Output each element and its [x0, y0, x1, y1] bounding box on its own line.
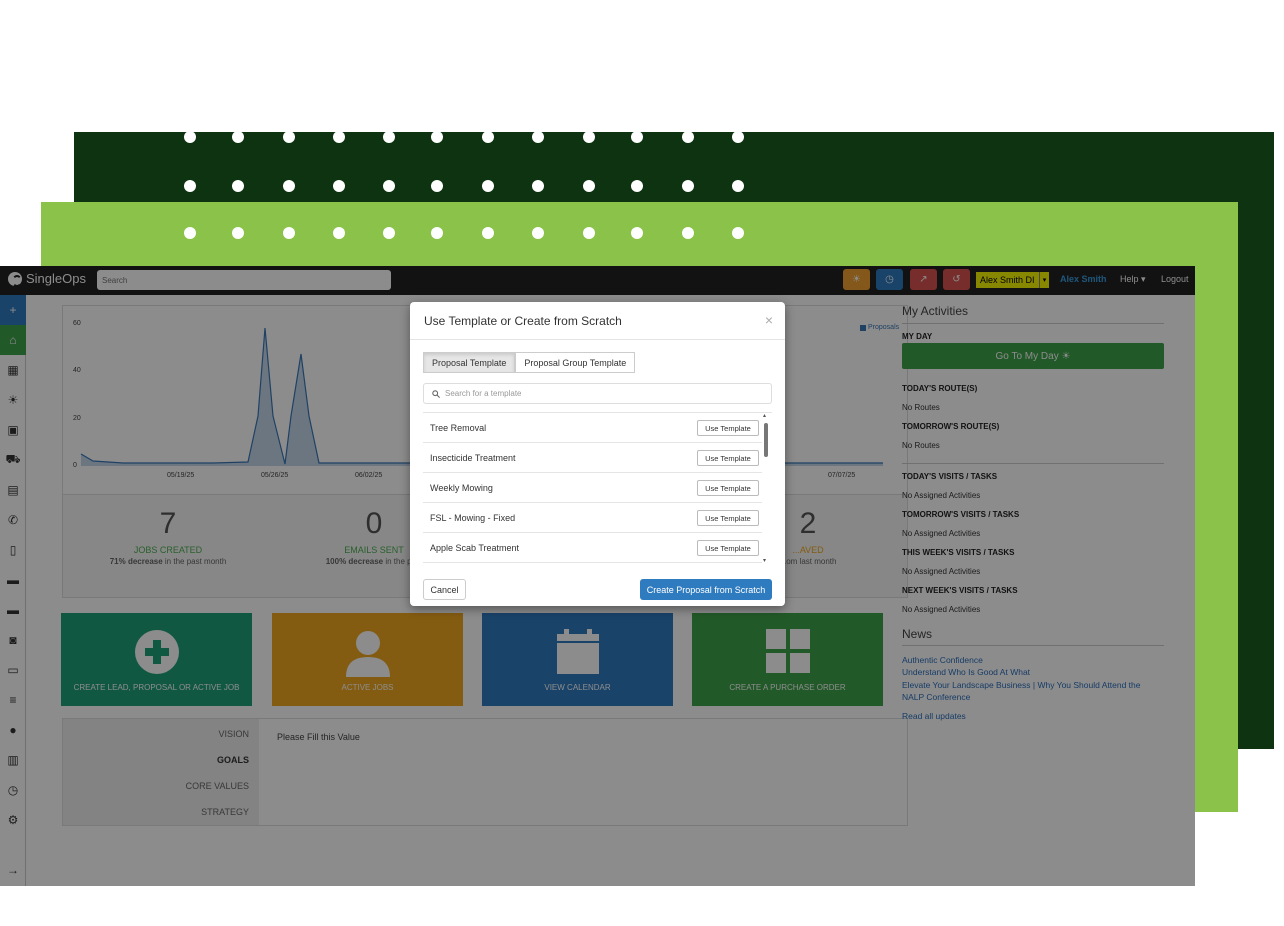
tab-proposal-template[interactable]: Proposal Template — [423, 352, 516, 373]
decorative-dot — [682, 180, 694, 192]
template-modal: Use Template or Create from Scratch × Pr… — [410, 302, 785, 606]
search-placeholder: Search for a template — [445, 389, 522, 398]
decorative-dot — [583, 131, 595, 143]
decorative-dot — [732, 180, 744, 192]
template-name: FSL - Mowing - Fixed — [430, 513, 516, 523]
decorative-dot — [184, 131, 196, 143]
decorative-dot — [732, 131, 744, 143]
modal-header: Use Template or Create from Scratch × — [410, 302, 785, 340]
decorative-dot — [532, 131, 544, 143]
decorative-dot — [631, 227, 643, 239]
list-item: FSL - Mowing - Fixed Use Template — [423, 503, 762, 533]
decorative-dot — [532, 180, 544, 192]
decorative-dot — [431, 180, 443, 192]
decorative-dot — [732, 227, 744, 239]
template-name: Apple Scab Treatment — [430, 543, 520, 553]
use-template-button[interactable]: Use Template — [697, 420, 759, 436]
decorative-dot — [631, 180, 643, 192]
use-template-button[interactable]: Use Template — [697, 510, 759, 526]
decorative-dot — [283, 180, 295, 192]
decorative-dot — [532, 227, 544, 239]
create-from-scratch-button[interactable]: Create Proposal from Scratch — [640, 579, 772, 600]
decorative-dot — [333, 180, 345, 192]
template-name: Insecticide Treatment — [430, 453, 516, 463]
decorative-dot — [333, 131, 345, 143]
decorative-dot — [383, 180, 395, 192]
use-template-button[interactable]: Use Template — [697, 450, 759, 466]
list-item: Insecticide Treatment Use Template — [423, 443, 762, 473]
decorative-dot — [283, 131, 295, 143]
decorative-dot — [482, 227, 494, 239]
scroll-up-icon[interactable]: ▴ — [763, 412, 766, 419]
template-search-input[interactable]: Search for a template — [423, 383, 772, 404]
decorative-dot — [583, 227, 595, 239]
decorative-dot — [631, 131, 643, 143]
decorative-dot — [333, 227, 345, 239]
decorative-dot — [482, 131, 494, 143]
template-list-scrollbar[interactable]: ▴ ▾ — [762, 412, 770, 564]
cancel-button[interactable]: Cancel — [423, 579, 466, 600]
decorative-dot — [383, 227, 395, 239]
decorative-dot — [283, 227, 295, 239]
decorative-dots — [0, 0, 800, 250]
list-item: Weekly Mowing Use Template — [423, 473, 762, 503]
decorative-dot — [431, 131, 443, 143]
template-name: Weekly Mowing — [430, 483, 493, 493]
template-name: Tree Removal — [430, 423, 487, 433]
decorative-dot — [232, 227, 244, 239]
decorative-dot — [682, 131, 694, 143]
decorative-dot — [184, 227, 196, 239]
decorative-dot — [682, 227, 694, 239]
close-icon[interactable]: × — [765, 312, 773, 328]
use-template-button[interactable]: Use Template — [697, 540, 759, 556]
tab-proposal-group-template[interactable]: Proposal Group Template — [515, 352, 636, 373]
decorative-dot — [431, 227, 443, 239]
scroll-down-icon[interactable]: ▾ — [763, 557, 766, 564]
decorative-dot — [184, 180, 196, 192]
decorative-dot — [583, 180, 595, 192]
template-list: Tree Removal Use Template Insecticide Tre… — [423, 412, 772, 564]
modal-tabs: Proposal Template Proposal Group Templat… — [423, 352, 636, 373]
decorative-dot — [383, 131, 395, 143]
modal-title: Use Template or Create from Scratch — [424, 314, 622, 328]
decorative-dot — [232, 131, 244, 143]
use-template-button[interactable]: Use Template — [697, 480, 759, 496]
decorative-dot — [482, 180, 494, 192]
scroll-thumb[interactable] — [764, 423, 768, 457]
decorative-dot — [232, 180, 244, 192]
search-icon — [432, 389, 440, 398]
list-item: Apple Scab Treatment Use Template — [423, 533, 762, 563]
list-item: Tree Removal Use Template — [423, 413, 762, 443]
